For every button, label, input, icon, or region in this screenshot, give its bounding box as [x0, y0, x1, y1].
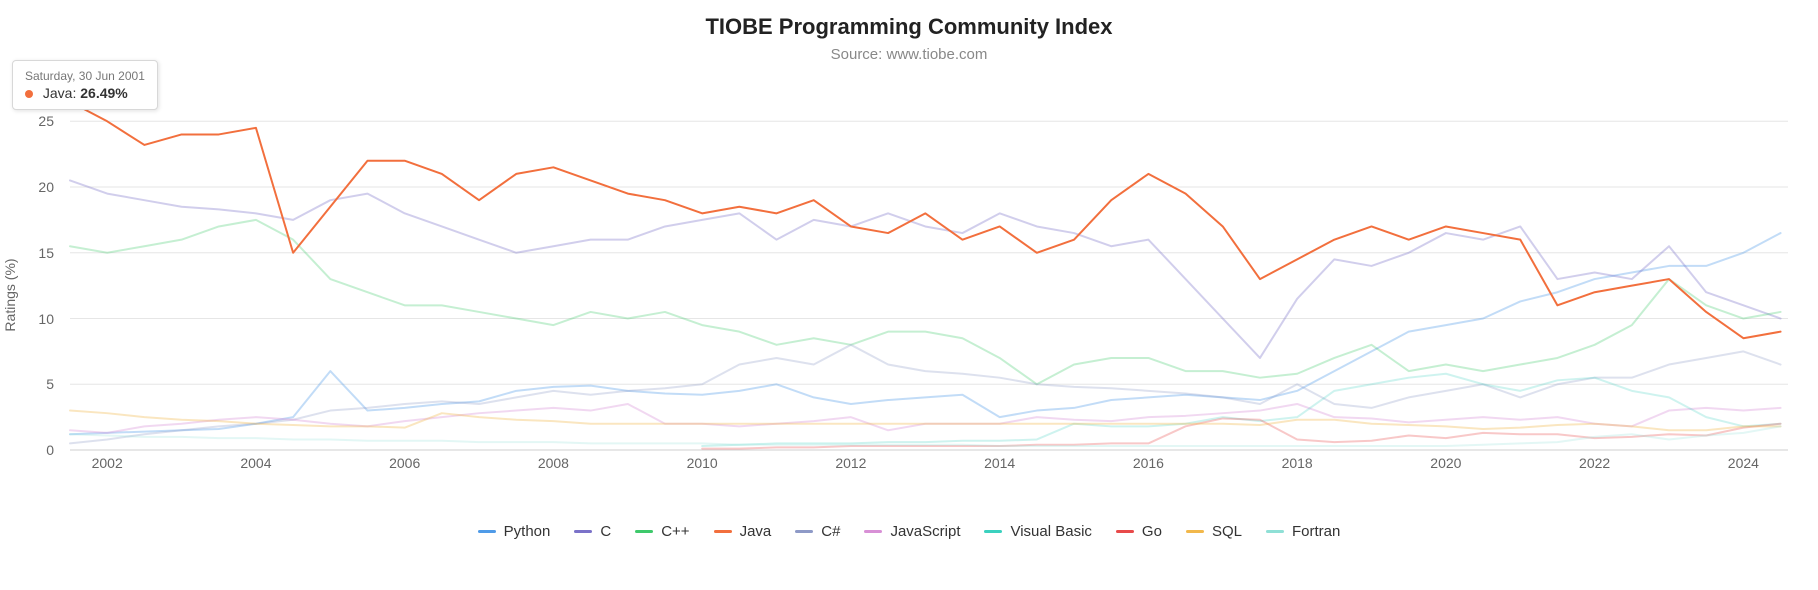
- series-line[interactable]: [70, 233, 1781, 434]
- series-line[interactable]: [70, 404, 1781, 433]
- legend-swatch-icon: [795, 530, 813, 533]
- tooltip-date: Saturday, 30 Jun 2001: [25, 69, 145, 83]
- x-tick-label: 2022: [1579, 455, 1610, 471]
- y-tick-label: 25: [38, 113, 54, 129]
- legend-item[interactable]: C#: [795, 523, 840, 540]
- x-tick-label: 2012: [835, 455, 866, 471]
- x-tick-label: 2014: [984, 455, 1015, 471]
- legend-label: C#: [821, 523, 840, 540]
- chart-container: TIOBE Programming Community Index Source…: [0, 0, 1818, 590]
- legend-item[interactable]: Go: [1116, 523, 1162, 540]
- legend-label: Visual Basic: [1010, 523, 1091, 540]
- x-tick-label: 2006: [389, 455, 420, 471]
- y-axis-ticks: 0510152025: [0, 95, 60, 450]
- legend-item[interactable]: SQL: [1186, 523, 1242, 540]
- legend-label: Go: [1142, 523, 1162, 540]
- tooltip-series-dot-icon: [25, 90, 33, 98]
- legend-label: JavaScript: [890, 523, 960, 540]
- tooltip-row: Java: 26.49%: [25, 85, 145, 101]
- legend-item[interactable]: Java: [714, 523, 772, 540]
- series-line[interactable]: [70, 345, 1781, 444]
- legend-label: Fortran: [1292, 523, 1340, 540]
- x-tick-label: 2024: [1728, 455, 1759, 471]
- x-axis-ticks: 2002 2004 2006 2008 2010 2012 2014 2016 2018 2020…: [70, 455, 1788, 475]
- x-tick-label: 2018: [1282, 455, 1313, 471]
- legend-label: C++: [661, 523, 689, 540]
- legend-label: Python: [504, 523, 551, 540]
- legend-item[interactable]: C: [574, 523, 611, 540]
- chart-subtitle: Source: www.tiobe.com: [0, 46, 1818, 63]
- y-tick-label: 15: [38, 245, 54, 261]
- legend-swatch-icon: [864, 530, 882, 533]
- tooltip: Saturday, 30 Jun 2001 Java: 26.49%: [12, 60, 158, 110]
- legend-item[interactable]: Python: [478, 523, 551, 540]
- plot-area[interactable]: [70, 95, 1788, 450]
- legend-swatch-icon: [714, 530, 732, 533]
- x-tick-label: 2002: [92, 455, 123, 471]
- legend-label: Java: [740, 523, 772, 540]
- x-tick-label: 2004: [240, 455, 271, 471]
- series-line[interactable]: [70, 102, 1781, 339]
- legend-swatch-icon: [574, 530, 592, 533]
- tooltip-value: 26.49%: [80, 85, 127, 101]
- chart-title: TIOBE Programming Community Index: [0, 14, 1818, 40]
- y-tick-label: 0: [46, 442, 54, 458]
- legend-item[interactable]: JavaScript: [864, 523, 960, 540]
- legend-swatch-icon: [478, 530, 496, 533]
- legend-item[interactable]: Visual Basic: [984, 523, 1091, 540]
- legend-item[interactable]: Fortran: [1266, 523, 1340, 540]
- legend-swatch-icon: [1266, 530, 1284, 533]
- y-tick-label: 20: [38, 179, 54, 195]
- legend-swatch-icon: [1186, 530, 1204, 533]
- y-tick-label: 10: [38, 311, 54, 327]
- legend-swatch-icon: [635, 530, 653, 533]
- x-tick-label: 2008: [538, 455, 569, 471]
- tooltip-series-name: Java: [43, 85, 73, 101]
- legend: Python C C++ Java C# JavaScript Visual Basic Go…: [0, 523, 1818, 540]
- legend-item[interactable]: C++: [635, 523, 689, 540]
- x-tick-label: 2016: [1133, 455, 1164, 471]
- x-tick-label: 2020: [1430, 455, 1461, 471]
- legend-swatch-icon: [984, 530, 1002, 533]
- legend-swatch-icon: [1116, 530, 1134, 533]
- y-tick-label: 5: [46, 376, 54, 392]
- legend-label: C: [600, 523, 611, 540]
- legend-label: SQL: [1212, 523, 1242, 540]
- x-tick-label: 2010: [687, 455, 718, 471]
